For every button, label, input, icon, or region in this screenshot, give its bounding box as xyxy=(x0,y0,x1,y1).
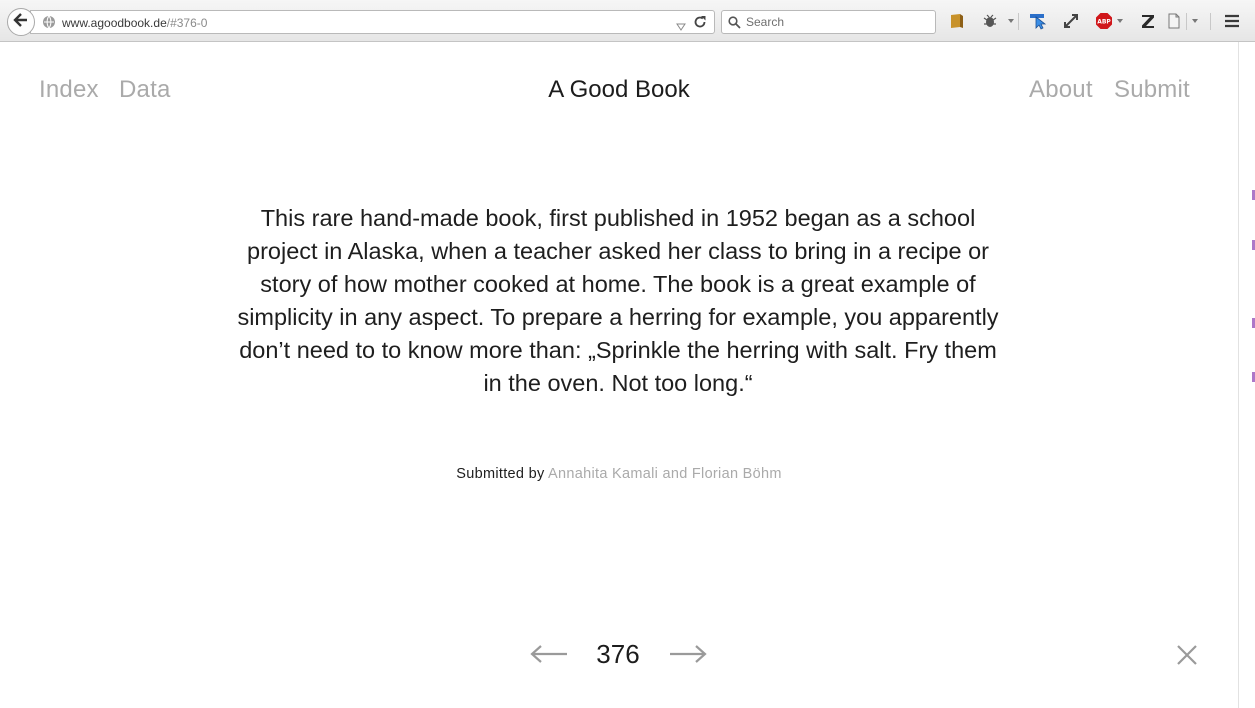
hamburger-menu-icon[interactable] xyxy=(1223,12,1241,30)
bookmark-book-icon[interactable] xyxy=(948,12,966,30)
fullscreen-icon[interactable] xyxy=(1062,12,1080,30)
page-document-dropdown-icon[interactable] xyxy=(1192,19,1198,23)
nav-submit-link[interactable]: Submit xyxy=(1114,76,1190,104)
svg-text:ABP: ABP xyxy=(1097,19,1111,26)
search-input[interactable] xyxy=(746,14,931,30)
page-document-icon[interactable] xyxy=(1165,12,1183,30)
search-bar[interactable] xyxy=(721,10,936,34)
toolbar-separator xyxy=(1018,13,1019,30)
next-arrow-icon[interactable] xyxy=(668,643,708,665)
nav-data-link[interactable]: Data xyxy=(119,76,171,104)
toolbar-separator xyxy=(1186,13,1187,30)
search-icon xyxy=(728,16,741,34)
entry-number: 376 xyxy=(596,639,640,669)
submission-credit: Submitted by Annahita Kamali and Florian… xyxy=(0,466,1238,482)
submitter-names-link[interactable]: Annahita Kamali and Florian Böhm xyxy=(548,466,782,482)
site-title[interactable]: A Good Book xyxy=(548,76,689,103)
bug-extension-icon[interactable] xyxy=(981,12,999,30)
globe-icon xyxy=(42,15,56,34)
url-text: www.agoodbook.de/#376-0 xyxy=(62,16,207,30)
url-history-dropdown-icon[interactable] xyxy=(676,18,686,36)
page-content: Index Data A Good Book About Submit This… xyxy=(0,42,1238,708)
zotero-icon[interactable] xyxy=(1139,12,1157,30)
adblock-dropdown-icon[interactable] xyxy=(1117,19,1123,23)
browser-toolbar: www.agoodbook.de/#376-0 ABP xyxy=(0,0,1255,42)
previous-arrow-icon[interactable] xyxy=(529,643,569,665)
reload-icon[interactable] xyxy=(693,15,707,34)
nav-index-link[interactable]: Index xyxy=(39,76,99,104)
close-icon[interactable] xyxy=(1175,643,1199,667)
toolbar-separator xyxy=(1210,13,1211,30)
url-path: /#376-0 xyxy=(166,16,208,30)
back-arrow-icon xyxy=(13,12,29,32)
nav-about-link[interactable]: About xyxy=(1029,76,1093,104)
address-bar[interactable]: www.agoodbook.de/#376-0 xyxy=(30,10,715,34)
url-host: www.agoodbook.de xyxy=(62,16,167,30)
back-button[interactable] xyxy=(7,8,35,36)
submitted-by-label: Submitted by xyxy=(456,466,545,482)
pointer-tool-icon[interactable] xyxy=(1029,12,1047,30)
bug-extension-dropdown-icon[interactable] xyxy=(1008,19,1014,23)
adblock-icon[interactable]: ABP xyxy=(1095,12,1113,30)
book-description: This rare hand-made book, first publishe… xyxy=(237,205,999,396)
